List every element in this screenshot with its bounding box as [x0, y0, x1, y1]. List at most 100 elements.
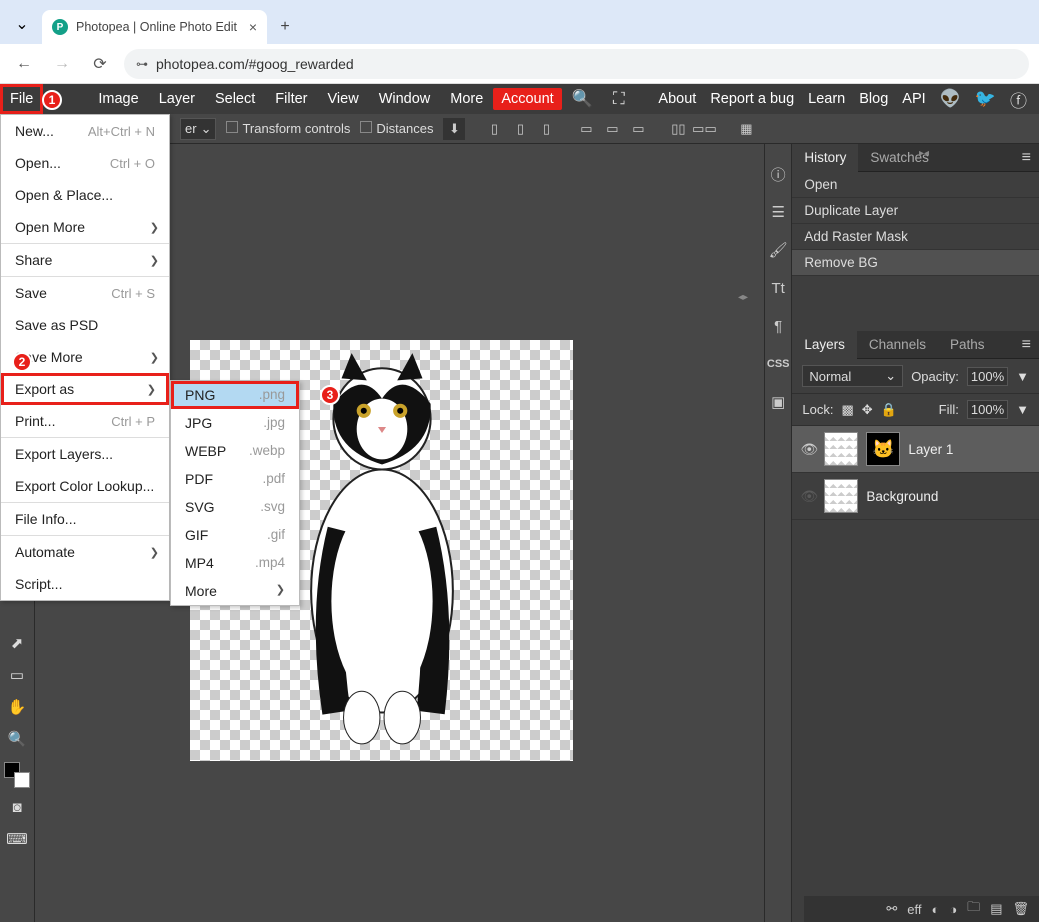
reload-button[interactable]: ⟳ — [86, 50, 114, 78]
hand-tool-icon[interactable]: ✋ — [4, 694, 30, 720]
layer-name[interactable]: Layer 1 — [908, 442, 953, 457]
lock-all-icon[interactable]: 🔒 — [881, 402, 897, 418]
menu-image[interactable]: Image — [88, 84, 148, 114]
adjustment-icon[interactable]: ◑ — [949, 902, 957, 917]
file-menu-item[interactable]: Export as❯ — [1, 373, 169, 405]
browser-tab[interactable]: P Photopea | Online Photo Edit × — [42, 10, 267, 44]
collapse-handle-left[interactable]: ◂▸ — [738, 292, 748, 303]
layer-row[interactable]: 👁 Background — [792, 473, 1039, 520]
menu-select[interactable]: Select — [205, 84, 265, 114]
info-icon[interactable]: ⓘ — [766, 162, 790, 186]
menu-window[interactable]: Window — [369, 84, 441, 114]
keyboard-icon[interactable]: ⌨ — [4, 826, 30, 852]
tab-channels[interactable]: Channels — [857, 331, 938, 359]
file-menu-item[interactable]: Export Layers... — [1, 438, 169, 470]
paragraph-icon[interactable]: ¶ — [766, 314, 790, 338]
distances-checkbox[interactable]: Distances — [360, 121, 433, 136]
file-menu-item[interactable]: SaveCtrl + S — [1, 277, 169, 309]
facebook-icon[interactable]: ⓕ — [1010, 87, 1027, 112]
history-item[interactable]: Duplicate Layer — [792, 198, 1039, 224]
tab-history[interactable]: History — [792, 144, 858, 172]
distribute-h-icon[interactable]: ▯▯ — [667, 118, 689, 140]
tab-paths[interactable]: Paths — [938, 331, 997, 359]
layer-mask-thumb[interactable]: 🐱 — [866, 432, 900, 466]
export-menu-item[interactable]: SVG.svg — [171, 493, 299, 521]
tab-layers[interactable]: Layers — [792, 331, 857, 359]
history-item[interactable]: Remove BG — [792, 250, 1039, 276]
fullscreen-icon[interactable]: ⛶ — [603, 84, 635, 114]
panel-menu-icon[interactable]: ≡ — [1014, 149, 1039, 167]
menu-filter[interactable]: Filter — [265, 84, 317, 114]
export-menu-item[interactable]: JPG.jpg — [171, 409, 299, 437]
fill-value[interactable]: 100% — [967, 400, 1008, 419]
export-menu-item[interactable]: More❯ — [171, 577, 299, 605]
zoom-tool-icon[interactable]: 🔍 — [4, 726, 30, 752]
mask-icon[interactable]: ◐ — [931, 902, 939, 917]
align-top-icon[interactable]: ▭ — [575, 118, 597, 140]
opacity-stepper-icon[interactable]: ▼ — [1016, 369, 1029, 384]
menu-account[interactable]: Account — [493, 88, 561, 110]
link-report-bug[interactable]: Report a bug — [710, 91, 794, 107]
menu-file[interactable]: File — [0, 84, 43, 114]
fill-stepper-icon[interactable]: ▼ — [1016, 402, 1029, 417]
file-menu-item[interactable]: Export Color Lookup... — [1, 470, 169, 502]
brush-icon[interactable]: 🖌 — [766, 238, 790, 262]
collapse-handle-right[interactable]: ▸◂ — [919, 148, 929, 159]
menu-layer[interactable]: Layer — [149, 84, 205, 114]
lock-position-icon[interactable]: ✥ — [862, 402, 873, 418]
effects-button[interactable]: eff — [907, 902, 921, 917]
file-menu-item[interactable]: Share❯ — [1, 244, 169, 276]
history-item[interactable]: Add Raster Mask — [792, 224, 1039, 250]
link-about[interactable]: About — [658, 91, 696, 107]
panel-menu-icon[interactable]: ≡ — [1014, 336, 1039, 354]
transform-controls-checkbox[interactable]: Transform controls — [226, 121, 350, 136]
file-menu-item[interactable]: Print...Ctrl + P — [1, 405, 169, 437]
search-icon[interactable]: 🔍 — [562, 84, 603, 114]
twitter-icon[interactable]: 🐦 — [975, 89, 996, 109]
layer-thumb[interactable] — [824, 432, 858, 466]
color-swatch[interactable] — [4, 762, 30, 788]
site-info-icon[interactable]: ⊶ — [136, 57, 148, 71]
tab-list-button[interactable]: ⌄ — [8, 10, 36, 38]
forward-button[interactable]: → — [48, 50, 76, 78]
visibility-icon[interactable]: 👁 — [800, 441, 816, 458]
export-menu-item[interactable]: GIF.gif — [171, 521, 299, 549]
back-button[interactable]: ← — [10, 50, 38, 78]
new-tab-button[interactable]: + — [271, 13, 299, 41]
blend-mode-select[interactable]: Normal⌄ — [802, 365, 903, 387]
reddit-icon[interactable]: 👽 — [940, 89, 961, 109]
history-item[interactable]: Open — [792, 172, 1039, 198]
type-icon[interactable]: Tt — [766, 276, 790, 300]
lock-pixels-icon[interactable]: ▩ — [841, 402, 853, 418]
align-right-icon[interactable]: ▯ — [535, 118, 557, 140]
export-menu-item[interactable]: MP4.mp4 — [171, 549, 299, 577]
layer-name[interactable]: Background — [866, 489, 938, 504]
file-menu-item[interactable]: Save as PSD — [1, 309, 169, 341]
move-tool-icon[interactable]: ⬈ — [4, 630, 30, 656]
menu-view[interactable]: View — [318, 84, 369, 114]
adjust-icon[interactable]: ☰ — [766, 200, 790, 224]
file-menu-item[interactable]: File Info... — [1, 503, 169, 535]
layer-selector[interactable]: er⌄ — [180, 118, 216, 140]
distribute-v-icon[interactable]: ▭▭ — [693, 118, 715, 140]
image-icon[interactable]: ▣ — [766, 390, 790, 414]
link-api[interactable]: API — [902, 91, 925, 107]
link-icon[interactable]: ⚯ — [886, 901, 897, 917]
quickmask-icon[interactable]: ◙ — [4, 794, 30, 820]
align-bottom-icon[interactable]: ▭ — [627, 118, 649, 140]
link-blog[interactable]: Blog — [859, 91, 888, 107]
css-icon[interactable]: CSS — [766, 352, 790, 376]
link-learn[interactable]: Learn — [808, 91, 845, 107]
menu-more[interactable]: More — [440, 84, 493, 114]
export-menu-item[interactable]: PDF.pdf — [171, 465, 299, 493]
file-menu-item[interactable]: New...Alt+Ctrl + N — [1, 115, 169, 147]
opacity-value[interactable]: 100% — [967, 367, 1008, 386]
align-center-h-icon[interactable]: ▯ — [509, 118, 531, 140]
export-menu-item[interactable]: PNG.png — [171, 381, 299, 409]
export-menu-item[interactable]: WEBP.webp — [171, 437, 299, 465]
visibility-icon[interactable]: 👁 — [800, 488, 816, 505]
align-middle-icon[interactable]: ▭ — [601, 118, 623, 140]
file-menu-item[interactable]: Automate❯ — [1, 536, 169, 568]
new-layer-icon[interactable]: ▤ — [990, 901, 1002, 917]
file-menu-item[interactable]: Open...Ctrl + O — [1, 147, 169, 179]
